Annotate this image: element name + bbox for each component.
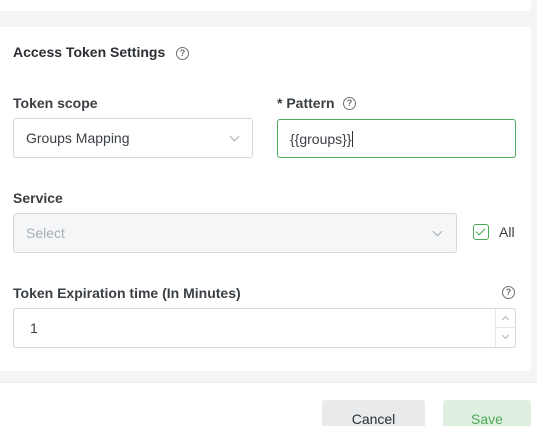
pattern-input[interactable]: {{groups}} [277, 119, 516, 158]
all-services-checkbox[interactable] [473, 224, 489, 240]
cancel-button[interactable]: Cancel [322, 400, 425, 426]
token-scope-value: Groups Mapping [26, 130, 130, 146]
service-label: Service [13, 190, 63, 206]
token-scope-select[interactable]: Groups Mapping [13, 118, 253, 158]
decrement-button[interactable] [496, 328, 516, 347]
required-marker: * [277, 95, 283, 111]
service-placeholder: Select [26, 225, 65, 241]
text-cursor [351, 131, 353, 147]
help-icon[interactable]: ? [343, 97, 356, 110]
section-title: Access Token Settings [13, 44, 166, 60]
chevron-up-icon [501, 315, 510, 324]
previous-section-panel [0, 0, 531, 11]
chevron-down-icon [432, 226, 443, 237]
pattern-value-text: {{groups}} [290, 131, 352, 147]
service-select[interactable]: Select [13, 213, 457, 253]
check-icon [475, 225, 486, 236]
expiration-label: Token Expiration time (In Minutes) [13, 285, 241, 301]
chevron-down-icon [229, 131, 240, 142]
help-icon[interactable]: ? [176, 47, 189, 60]
number-stepper[interactable] [495, 309, 516, 347]
increment-button[interactable] [496, 309, 516, 328]
pattern-label: * Pattern [277, 95, 335, 111]
chevron-down-icon [501, 331, 510, 340]
token-scope-label: Token scope [13, 95, 98, 111]
help-icon[interactable]: ? [502, 286, 515, 299]
all-services-label[interactable]: All [499, 224, 515, 240]
pattern-label-text: Pattern [286, 95, 335, 111]
save-button[interactable]: Save [443, 400, 531, 426]
expiration-input[interactable]: 1 [13, 308, 516, 348]
pattern-value: {{groups}} [290, 131, 353, 147]
expiration-value: 1 [30, 320, 38, 336]
